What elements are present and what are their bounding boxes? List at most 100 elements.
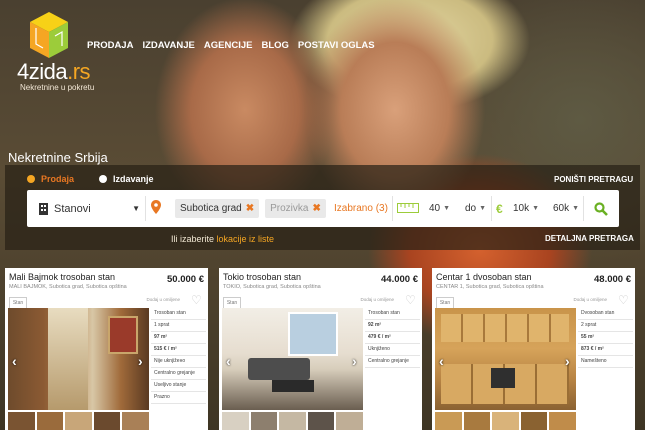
property-registration: Uknjiženo	[365, 344, 420, 356]
thumbnail[interactable]	[307, 412, 335, 430]
caret-down-icon: ▼	[479, 205, 487, 212]
photo-thumbnails	[222, 412, 363, 430]
price-to-value: 60k	[553, 203, 570, 214]
thumbnail[interactable]	[520, 412, 548, 430]
property-area: 55 m²	[578, 332, 633, 344]
favorite-label: Dodaj u omiljene	[360, 297, 394, 302]
radio-selected-icon	[27, 175, 35, 183]
detailed-search-link[interactable]: DETALJNA PRETRAGA	[545, 234, 634, 243]
divider	[392, 196, 393, 221]
photo-next-arrow-icon[interactable]: ›	[565, 353, 570, 369]
listing-properties: Dvosoban stan 2 sprat 55 m² 873 € / m² N…	[578, 308, 633, 368]
area-from-select[interactable]: 40 ▼	[429, 190, 450, 227]
nav-postavi-oglas[interactable]: POSTAVI OGLAS	[298, 40, 375, 51]
thumbnail[interactable]	[222, 412, 249, 430]
radio-izdavanje[interactable]: Izdavanje	[99, 174, 154, 184]
listing-price: 44.000 €	[381, 274, 418, 285]
property-floor: 1 sprat	[151, 320, 206, 332]
listing-properties: Trosoban stan 92 m² 479 € / m² Uknjiženo…	[365, 308, 420, 368]
heart-icon[interactable]: ♡	[191, 294, 203, 306]
logo-cube-icon[interactable]	[30, 12, 68, 58]
listing-photo[interactable]	[435, 308, 576, 410]
photo-next-arrow-icon[interactable]: ›	[352, 353, 357, 369]
logo-name-main: 4zida	[17, 59, 68, 84]
property-price-per-m2: 515 € / m²	[151, 344, 206, 356]
listing-card[interactable]: Tokio trosoban stan TOKIO, Subotica grad…	[219, 268, 422, 430]
price-to-select[interactable]: 60k ▼	[553, 190, 579, 227]
location-chip-label: Subotica grad	[180, 203, 242, 214]
logo-name-tld: .rs	[67, 59, 91, 84]
divider	[583, 196, 584, 221]
listing-photo[interactable]	[8, 308, 149, 410]
logo-wordmark[interactable]: 4zida.rs	[17, 59, 91, 85]
thumbnail[interactable]	[492, 412, 519, 430]
thumbnail[interactable]	[8, 412, 35, 430]
reset-search-link[interactable]: PONIŠTI PRETRAGU	[554, 175, 633, 184]
photo-prev-arrow-icon[interactable]: ‹	[12, 353, 17, 369]
nav-prodaja[interactable]: PRODAJA	[87, 40, 133, 51]
thumbnail[interactable]	[65, 412, 92, 430]
radio-prodaja[interactable]: Prodaja	[27, 174, 74, 184]
thumbnail[interactable]	[250, 412, 278, 430]
thumbnail[interactable]	[435, 412, 462, 430]
divider	[145, 196, 146, 221]
thumbnail[interactable]	[36, 412, 64, 430]
building-icon	[39, 202, 48, 215]
listing-price: 50.000 €	[167, 274, 204, 285]
property-heating: Centralno grejanje	[151, 368, 206, 380]
property-rooms: Dvosoban stan	[578, 308, 633, 320]
location-chip[interactable]: Prozivka ✖	[265, 199, 326, 218]
nav-izdavanje[interactable]: IZDAVANJE	[142, 40, 194, 51]
nav-agencije[interactable]: AGENCIJE	[204, 40, 253, 51]
listing-title[interactable]: Centar 1 dvosoban stan	[436, 272, 532, 282]
property-area: 97 m²	[151, 332, 206, 344]
search-icon[interactable]	[594, 202, 608, 216]
photo-next-arrow-icon[interactable]: ›	[138, 353, 143, 369]
listing-photo[interactable]	[222, 308, 363, 410]
euro-icon: €	[496, 201, 503, 216]
price-from-value: 10k	[513, 203, 530, 214]
remove-icon[interactable]: ✖	[246, 203, 254, 214]
location-list-link[interactable]: lokacije iz liste	[217, 234, 275, 244]
location-chip[interactable]: Subotica grad ✖	[175, 199, 260, 218]
area-to-value: do	[465, 203, 477, 214]
area-to-select[interactable]: do ▼	[465, 190, 486, 227]
property-furnishing: Prazno	[151, 392, 206, 404]
hint-text: Ili izaberite	[171, 234, 215, 244]
remove-icon[interactable]: ✖	[312, 203, 320, 214]
listing-title[interactable]: Tokio trosoban stan	[223, 272, 301, 282]
thumbnail[interactable]	[279, 412, 306, 430]
thumbnail[interactable]	[463, 412, 491, 430]
thumbnail[interactable]	[549, 412, 576, 430]
photo-prev-arrow-icon[interactable]: ‹	[439, 353, 444, 369]
listing-title[interactable]: Mali Bajmok trosoban stan	[9, 272, 115, 282]
selected-count-link[interactable]: Izabrano (3)	[334, 190, 388, 227]
location-chips: Subotica grad ✖ Prozivka ✖	[175, 190, 326, 227]
property-registration: Nije uknjižено	[151, 356, 206, 368]
photo-thumbnails	[435, 412, 576, 430]
price-from-select[interactable]: 10k ▼	[513, 190, 539, 227]
caret-down-icon: ▼	[572, 205, 580, 212]
nav-blog[interactable]: BLOG	[261, 40, 288, 51]
listing-location: CENTAR 1, Subotica grad, Subotica opštin…	[436, 284, 544, 290]
property-type-select[interactable]: Stanovi ▼	[38, 190, 140, 227]
location-chip-label: Prozivka	[270, 203, 309, 214]
thumbnail[interactable]	[93, 412, 121, 430]
property-price-per-m2: 479 € / m²	[365, 332, 420, 344]
property-rooms: Trosoban stan	[151, 308, 206, 320]
location-list-hint: Ili izaberite lokacije iz liste	[171, 234, 274, 244]
listing-location: MALI BAJMOK, Subotica grad, Subotica opš…	[9, 284, 127, 290]
listing-price: 48.000 €	[594, 274, 631, 285]
heart-icon[interactable]: ♡	[405, 294, 417, 306]
photo-prev-arrow-icon[interactable]: ‹	[226, 353, 231, 369]
listing-location: TOKIO, Subotica grad, Subotica opština	[223, 284, 321, 290]
property-heating: Centralno grejanje	[365, 356, 420, 368]
thumbnail[interactable]	[336, 412, 363, 430]
thumbnail[interactable]	[122, 412, 149, 430]
area-from-value: 40	[429, 203, 441, 214]
heart-icon[interactable]: ♡	[618, 294, 630, 306]
listing-card[interactable]: Mali Bajmok trosoban stan MALI BAJMOK, S…	[5, 268, 208, 430]
listing-properties: Trosoban stan 1 sprat 97 m² 515 € / m² N…	[151, 308, 206, 404]
radio-izdavanje-label: Izdavanje	[113, 174, 154, 184]
listing-card[interactable]: Centar 1 dvosoban stan CENTAR 1, Subotic…	[432, 268, 635, 430]
